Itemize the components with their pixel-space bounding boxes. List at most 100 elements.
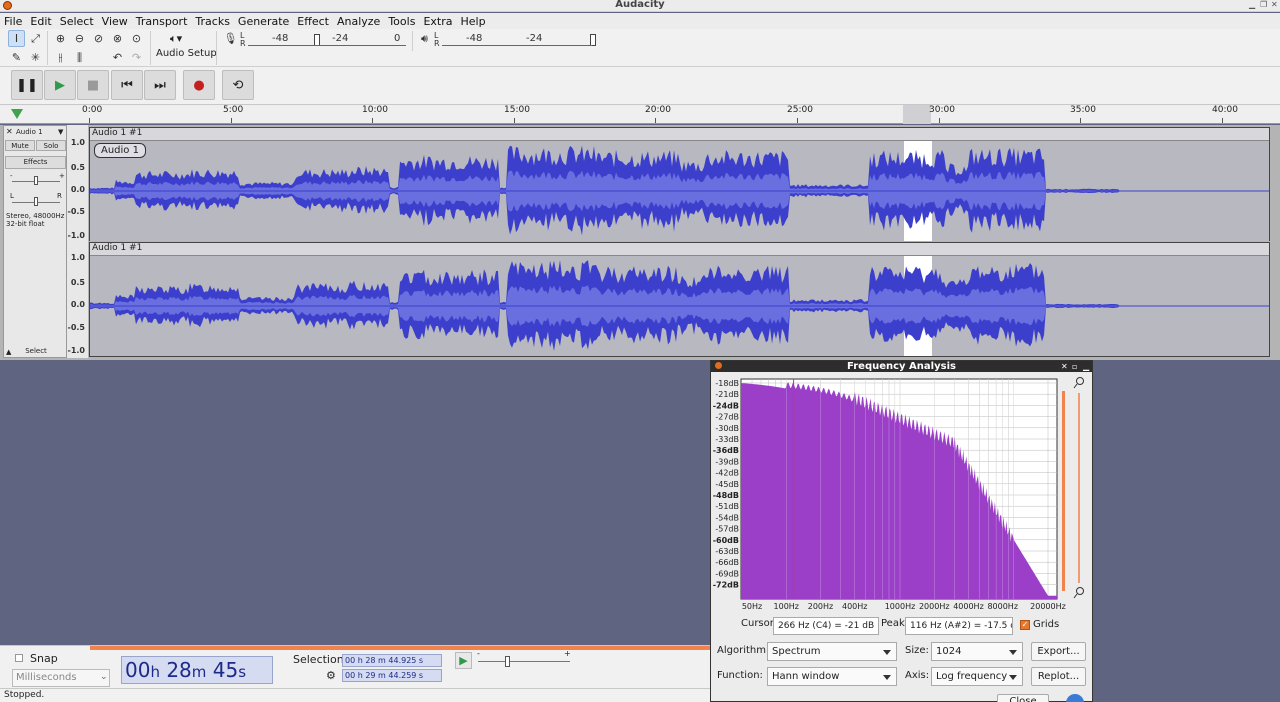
menu-generate[interactable]: Generate: [234, 15, 293, 28]
export-button[interactable]: Export...: [1031, 642, 1086, 661]
replot-button[interactable]: Replot...: [1031, 667, 1086, 686]
db-tick-label: -45dB: [715, 480, 739, 489]
restore-icon[interactable]: ▫: [1072, 361, 1077, 372]
db-tick-label: -72dB: [713, 581, 739, 590]
menu-tracks[interactable]: Tracks: [191, 15, 234, 28]
audio-position-display[interactable]: 00h 28m 45s: [121, 656, 273, 684]
selection-start-field[interactable]: 00 h 28 m 44.925 s: [342, 654, 442, 667]
effects-button[interactable]: Effects: [5, 156, 66, 169]
db-tick-label: -21dB: [715, 390, 739, 399]
menu-view[interactable]: View: [98, 15, 132, 28]
envelope-tool-icon[interactable]: ⤢: [27, 30, 44, 47]
menu-select[interactable]: Select: [56, 15, 98, 28]
ruler-tick: 10:00: [362, 105, 388, 115]
db-tick-label: -42dB: [715, 469, 739, 478]
collapse-track-icon[interactable]: ▲: [6, 348, 11, 356]
play-head-icon[interactable]: [11, 109, 23, 119]
minimize-icon[interactable]: ▁: [1249, 0, 1255, 9]
check-icon[interactable]: ✓: [1020, 619, 1030, 630]
size-select[interactable]: 1024: [931, 642, 1023, 661]
zoom-toggle-icon[interactable]: ⊙: [128, 30, 145, 47]
select-track-button[interactable]: Select: [16, 346, 56, 357]
skip-to-end-button[interactable]: ⏭︎: [144, 70, 176, 100]
solo-button[interactable]: Solo: [36, 140, 66, 151]
minimize-icon[interactable]: ▁: [1083, 361, 1089, 372]
menu-effect[interactable]: Effect: [293, 15, 333, 28]
axis-select[interactable]: Log frequency: [931, 667, 1023, 686]
snap-checkbox[interactable]: [15, 654, 23, 662]
chevron-down-icon[interactable]: ▼: [58, 128, 63, 136]
trim-audio-icon[interactable]: ⫲: [52, 49, 69, 66]
redo-icon[interactable]: ↷: [128, 49, 145, 66]
silence-audio-icon[interactable]: ⫼: [71, 49, 88, 66]
playback-meter[interactable]: -48 -24: [442, 31, 600, 53]
clip-name: Audio 1 #1: [92, 243, 143, 253]
draw-tool-icon[interactable]: ✎: [8, 49, 25, 66]
multi-tool-icon[interactable]: ✳: [27, 49, 44, 66]
waveform-left[interactable]: [90, 141, 1269, 241]
loop-button[interactable]: ⟲: [222, 70, 254, 100]
selection-end-field[interactable]: 00 h 29 m 44.259 s: [342, 669, 442, 682]
freq-tick-label: 400Hz: [842, 602, 867, 611]
db-tick-label: -66dB: [715, 558, 739, 567]
close-button[interactable]: Close: [997, 694, 1049, 702]
play-at-speed-button[interactable]: ▶: [455, 652, 472, 669]
clip-header[interactable]: Audio 1 #1: [90, 128, 1269, 141]
menu-extra[interactable]: Extra: [419, 15, 456, 28]
grids-checkbox[interactable]: ✓ Grids: [1020, 619, 1059, 630]
cursor-label: Cursor:: [741, 618, 778, 629]
db-tick-label: -27dB: [715, 413, 739, 422]
audio-setup-button[interactable]: 🔈︎▾ Audio Setup: [154, 30, 217, 64]
stop-button[interactable]: ■: [77, 70, 109, 100]
snap-unit-select[interactable]: Milliseconds: [12, 669, 110, 687]
restore-icon[interactable]: ❐: [1260, 0, 1267, 9]
close-icon[interactable]: ✕: [1271, 0, 1278, 9]
vertical-zoom-slider: [1062, 391, 1065, 591]
menu-help[interactable]: Help: [456, 15, 489, 28]
freq-tick-label: 50Hz: [742, 602, 762, 611]
waveform-right[interactable]: [90, 256, 1269, 356]
menu-transport[interactable]: Transport: [132, 15, 192, 28]
gain-slider-knob[interactable]: [34, 176, 38, 185]
clip-header[interactable]: Audio 1 #1: [90, 243, 1269, 256]
fit-project-icon[interactable]: ⊗: [109, 30, 126, 47]
algorithm-select[interactable]: Spectrum: [767, 642, 897, 661]
gear-icon[interactable]: ⚙: [326, 669, 336, 682]
menu-tools[interactable]: Tools: [384, 15, 419, 28]
play-speed-slider[interactable]: [478, 661, 570, 662]
zoom-out-icon[interactable]: ⊖: [71, 30, 88, 47]
play-button[interactable]: ▶: [44, 70, 76, 100]
audio-clip-right-channel[interactable]: Audio 1 #1: [89, 242, 1270, 357]
clip-name: Audio 1 #1: [92, 128, 143, 138]
audio-clip-left-channel[interactable]: Audio 1 #1 Audio 1: [89, 127, 1270, 241]
record-button[interactable]: ●: [183, 70, 215, 100]
menu-analyze[interactable]: Analyze: [333, 15, 384, 28]
snap-label: Snap: [30, 652, 58, 665]
pause-button[interactable]: ❚❚: [11, 70, 43, 100]
freq-tick-label: 2000Hz: [919, 602, 950, 611]
timeline-ruler[interactable]: 0:00 5:00 10:00 15:00 20:00 25:00 30:00 …: [0, 105, 1280, 124]
track-name-menu[interactable]: Audio 1: [16, 128, 43, 136]
fit-selection-icon[interactable]: ⊘: [90, 30, 107, 47]
function-select[interactable]: Hann window: [767, 667, 897, 686]
rec-meter-r-label: R: [240, 39, 246, 48]
menu-edit[interactable]: Edit: [26, 15, 55, 28]
zoom-in-icon[interactable]: ⊕: [52, 30, 69, 47]
menu-file[interactable]: File: [0, 15, 26, 28]
playback-speaker-icon[interactable]: 🔊︎: [416, 30, 433, 47]
close-track-icon[interactable]: ✕: [6, 127, 13, 136]
help-icon[interactable]: [1066, 694, 1084, 702]
db-tick-label: -57dB: [715, 525, 739, 534]
mute-button[interactable]: Mute: [5, 140, 35, 151]
close-icon[interactable]: ✕: [1061, 361, 1068, 372]
skip-to-start-button[interactable]: ⏮︎: [111, 70, 143, 100]
pan-r-label: R: [57, 192, 62, 200]
selection-tool-icon[interactable]: I: [8, 30, 25, 47]
track-label[interactable]: Audio 1: [94, 143, 146, 158]
play-speed-knob[interactable]: [505, 656, 510, 667]
pan-slider-knob[interactable]: [34, 197, 38, 206]
spectrum-plot[interactable]: -18dB -21dB -24dB -27dB -30dB -33dB -36dB -39dB…: [711, 373, 1092, 615]
microphone-icon[interactable]: 🎙︎: [222, 30, 239, 47]
recording-meter[interactable]: -48 -24 0: [248, 31, 406, 53]
undo-icon[interactable]: ↶: [109, 49, 126, 66]
